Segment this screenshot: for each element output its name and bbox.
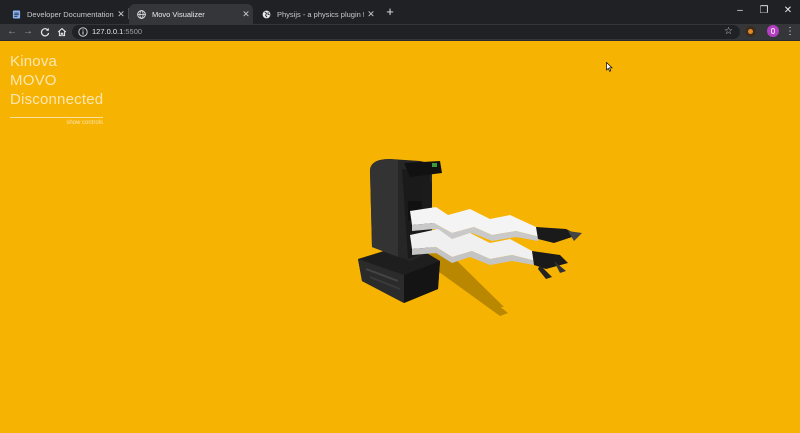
extension-icon[interactable] [745, 26, 756, 37]
url-text: 127.0.0.1:5500 [92, 26, 142, 38]
globe-icon [262, 10, 271, 18]
tab-strip: Developer Documentation - Goo ✕ Movo Vis… [0, 0, 800, 24]
tab-movo-visualizer[interactable]: Movo Visualizer ✕ [129, 4, 253, 24]
restore-button[interactable]: ❐ [754, 3, 774, 19]
movo-robot-model [358, 159, 582, 316]
status-overlay: Kinova MOVO Disconnected show controls [10, 52, 103, 126]
url-port: :5500 [123, 27, 143, 36]
close-tab-icon[interactable]: ✕ [364, 9, 378, 20]
url-host: 127.0.0.1 [92, 27, 124, 36]
robot-name: Kinova MOVO [10, 53, 58, 89]
tab-developer-documentation[interactable]: Developer Documentation - Goo ✕ [4, 4, 128, 24]
docs-icon [12, 9, 21, 19]
divider [10, 117, 103, 118]
minimize-button[interactable]: – [730, 3, 750, 19]
back-arrow-icon[interactable]: ← [5, 25, 19, 39]
globe-icon [137, 9, 146, 19]
connection-status: Disconnected [10, 91, 104, 108]
close-window-button[interactable]: ✕ [778, 3, 798, 19]
tab-physijs[interactable]: Physijs - a physics plugin for thre ✕ [254, 4, 378, 24]
visualizer-canvas[interactable]: Kinova MOVO Disconnected show controls [0, 41, 800, 433]
home-icon-glyph [57, 27, 67, 37]
home-icon[interactable] [55, 25, 69, 39]
close-tab-icon[interactable]: ✕ [239, 9, 253, 20]
tab-label: Developer Documentation - Goo [27, 9, 114, 19]
tab-separator [128, 8, 129, 19]
reload-icon[interactable] [38, 25, 52, 39]
forward-arrow-icon[interactable]: → [21, 25, 35, 39]
info-icon[interactable] [78, 27, 88, 37]
tab-label: Movo Visualizer [152, 9, 205, 19]
bookmark-star-icon[interactable]: ☆ [724, 25, 733, 39]
tab-label: Physijs - a physics plugin for thre [277, 9, 364, 19]
new-tab-button[interactable]: + [383, 5, 397, 19]
profile-avatar[interactable] [767, 25, 779, 37]
show-controls-link[interactable]: show controls [10, 120, 103, 126]
kebab-menu-icon[interactable]: ⋮ [785, 25, 795, 39]
address-bar[interactable]: 127.0.0.1:5500 ☆ [72, 25, 740, 39]
close-tab-icon[interactable]: ✕ [114, 9, 128, 20]
reload-icon-glyph [40, 28, 50, 37]
browser-toolbar: ← → 127.0.0.1:5500 ☆ ⋮ [0, 24, 800, 41]
mouse-pointer-icon [606, 62, 613, 72]
